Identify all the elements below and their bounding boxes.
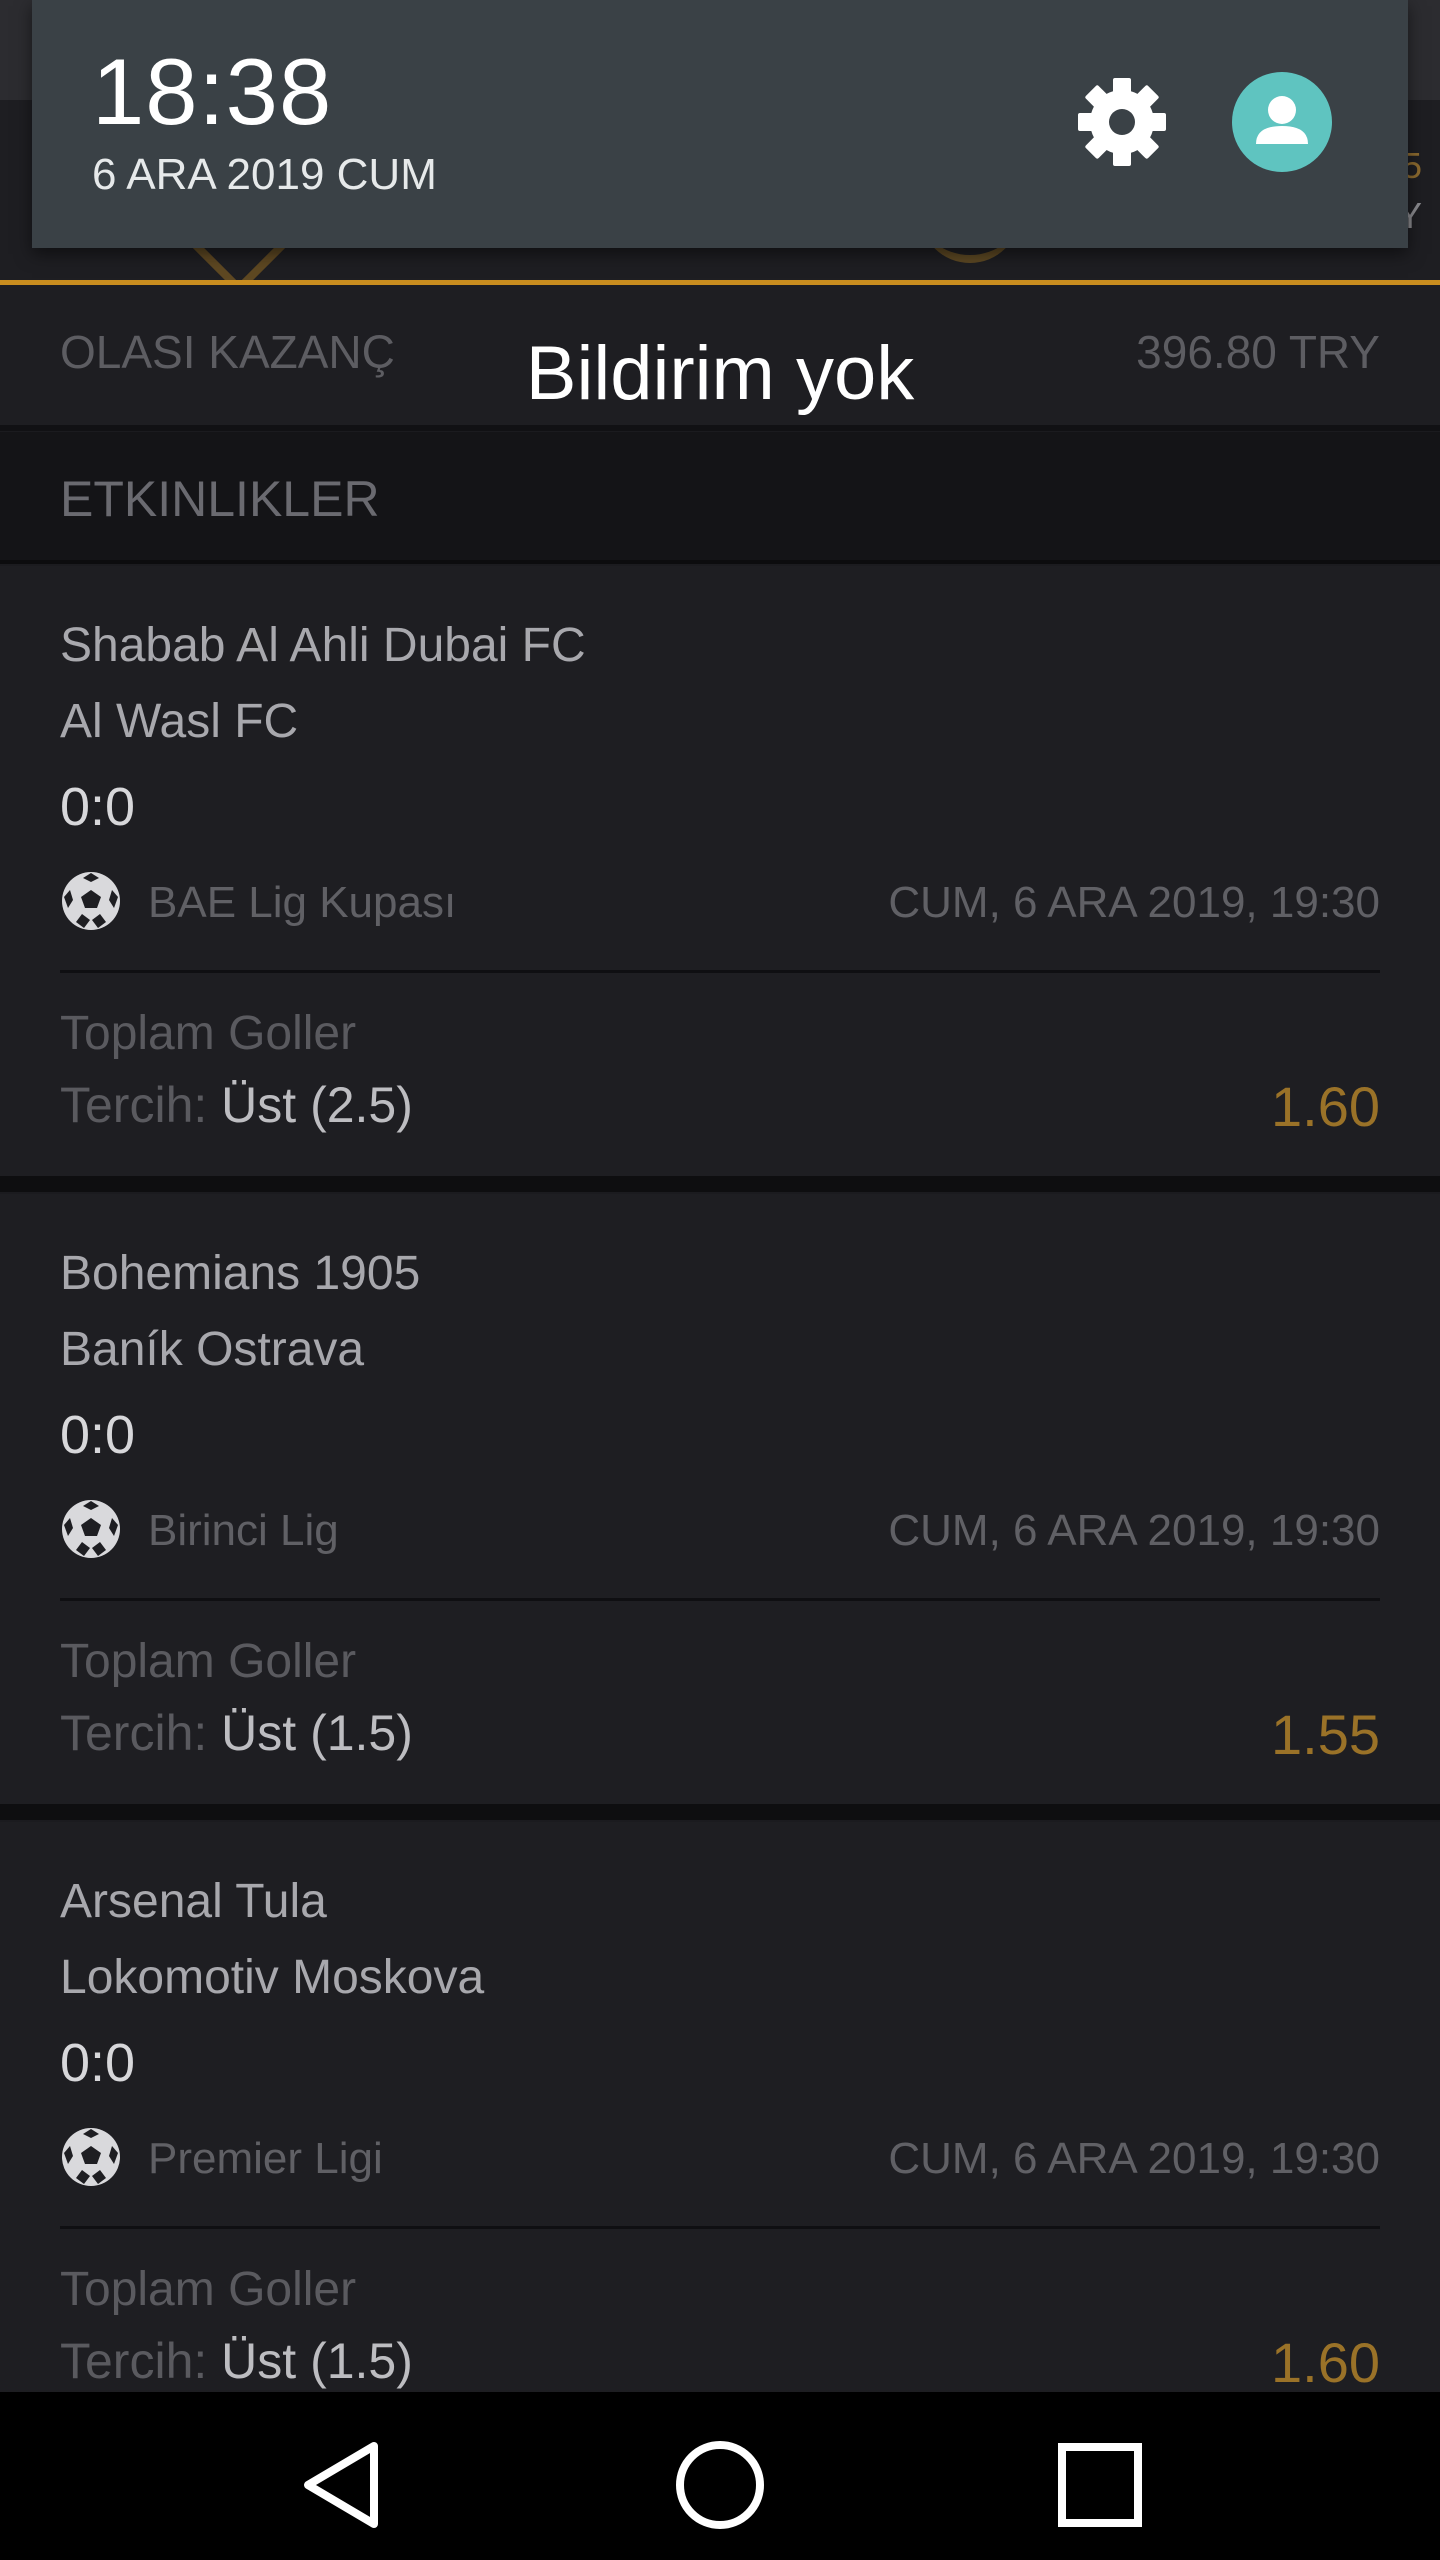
- soccer-ball-icon: [62, 2128, 120, 2186]
- match-datetime: CUM, 6 ARA 2019, 19:30: [888, 878, 1380, 927]
- league-name: Premier Ligi: [148, 2134, 383, 2183]
- soccer-ball-icon: [62, 1500, 120, 1558]
- match-score: 0:0: [60, 2033, 136, 2093]
- home-team: Shabab Al Ahli Dubai FC: [60, 619, 586, 672]
- pick-value: Üst (1.5): [221, 1705, 413, 1761]
- system-navigation-bar: [0, 2392, 1440, 2560]
- card-divider: [60, 970, 1380, 973]
- odds-value: 1.60: [1271, 2331, 1380, 2394]
- gear-icon[interactable]: [1072, 72, 1172, 172]
- event-card[interactable]: Shabab Al Ahli Dubai FC Al Wasl FC 0:0 B…: [0, 566, 1440, 1192]
- market-name: Toplam Goller: [60, 1007, 357, 1060]
- league-name: Birinci Lig: [148, 1506, 339, 1555]
- card-divider: [60, 2226, 1380, 2229]
- no-notifications-message: Bildirim yok: [525, 331, 915, 416]
- odds-value: 1.60: [1271, 1075, 1380, 1138]
- pick-label: Tercih:: [60, 1077, 222, 1133]
- league-name: BAE Lig Kupası: [148, 878, 457, 927]
- soccer-ball-icon: [62, 872, 120, 930]
- events-section-header: ETKINLIKLER: [0, 432, 1440, 564]
- pick-row: Tercih: Üst (1.5): [60, 2332, 413, 2390]
- away-team: Lokomotiv Moskova: [60, 1951, 485, 2004]
- back-icon[interactable]: [290, 2430, 400, 2540]
- clock-date: 6 ARA 2019 CUM: [92, 150, 437, 199]
- event-card[interactable]: Arsenal Tula Lokomotiv Moskova 0:0 Premi…: [0, 1822, 1440, 2448]
- away-team: Baník Ostrava: [60, 1323, 365, 1376]
- recents-icon[interactable]: [1045, 2430, 1155, 2540]
- user-avatar-icon[interactable]: [1232, 72, 1332, 172]
- home-icon[interactable]: [665, 2430, 775, 2540]
- match-datetime: CUM, 6 ARA 2019, 19:30: [888, 1506, 1380, 1555]
- away-team: Al Wasl FC: [60, 695, 299, 748]
- home-team: Bohemians 1905: [60, 1247, 421, 1300]
- pick-label: Tercih:: [60, 2333, 222, 2389]
- event-card[interactable]: Bohemians 1905 Baník Ostrava 0:0 Birinci…: [0, 1194, 1440, 1820]
- notification-shade[interactable]: 18:38 6 ARA 2019 CUM: [32, 0, 1408, 248]
- events-section-title: ETKINLIKLER: [60, 471, 380, 527]
- pick-value: Üst (1.5): [221, 2333, 413, 2389]
- market-name: Toplam Goller: [60, 1635, 357, 1688]
- pick-label: Tercih:: [60, 1705, 222, 1761]
- match-score: 0:0: [60, 777, 136, 837]
- card-divider: [60, 1598, 1380, 1601]
- pick-value: Üst (2.5): [221, 1077, 413, 1133]
- odds-value: 1.55: [1271, 1703, 1380, 1766]
- person-icon: [1256, 96, 1308, 144]
- pick-row: Tercih: Üst (1.5): [60, 1704, 413, 1762]
- match-datetime: CUM, 6 ARA 2019, 19:30: [888, 2134, 1380, 2183]
- match-score: 0:0: [60, 1405, 136, 1465]
- clock-time: 18:38: [92, 39, 333, 144]
- pick-row: Tercih: Üst (2.5): [60, 1076, 413, 1134]
- home-team: Arsenal Tula: [60, 1875, 327, 1928]
- market-name: Toplam Goller: [60, 2263, 357, 2316]
